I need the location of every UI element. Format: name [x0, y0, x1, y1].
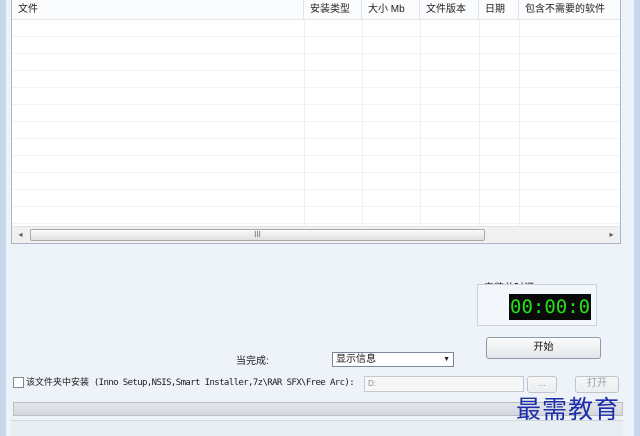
window-frame-right [634, 0, 640, 436]
list-row [12, 207, 620, 224]
column-header-file-version[interactable]: 文件版本 [420, 0, 479, 20]
list-row [12, 122, 620, 139]
list-row [12, 173, 620, 190]
list-row [12, 190, 620, 207]
column-header-file[interactable]: 文件 [12, 0, 304, 20]
timer-display: 00:00:00 [509, 294, 591, 320]
list-header: 文件 安装类型 大小 Mb 文件版本 日期 包含不需要的软件 [12, 0, 620, 20]
chevron-down-icon: ▼ [443, 356, 450, 363]
column-header-unwanted-software[interactable]: 包含不需要的软件 [519, 0, 622, 20]
column-divider [519, 20, 520, 226]
install-folder-label-cjk: 该文件夹中安装 [26, 378, 90, 388]
scroll-right-icon[interactable]: ▸ [603, 227, 620, 243]
start-button[interactable]: 开始 [486, 337, 601, 359]
column-header-date[interactable]: 日期 [479, 0, 519, 20]
list-row [12, 105, 620, 122]
install-path-input[interactable]: D: [364, 376, 524, 392]
scrollbar-thumb[interactable]: III [30, 229, 485, 241]
column-divider [479, 20, 480, 226]
on-completion-label: 当完成: [236, 356, 269, 367]
file-list-view[interactable]: 文件 安装类型 大小 Mb 文件版本 日期 包含不需要的软件 ◂ III ▸ [11, 0, 621, 244]
horizontal-scrollbar[interactable]: ◂ III ▸ [12, 226, 620, 243]
column-divider [362, 20, 363, 226]
list-row [12, 156, 620, 173]
install-folder-checkbox[interactable] [13, 377, 24, 388]
column-header-size[interactable]: 大小 Mb [362, 0, 420, 20]
window-frame-left [0, 0, 6, 436]
list-row [12, 37, 620, 54]
list-row [12, 71, 620, 88]
column-divider [420, 20, 421, 226]
list-body [12, 20, 620, 226]
list-row [12, 88, 620, 105]
completion-action-select[interactable]: 显示信息 ▼ [332, 352, 454, 367]
install-folder-label: 该文件夹中安装 (Inno Setup,NSIS,Smart Installer… [26, 377, 355, 389]
watermark-text: 最需教育 [516, 395, 621, 424]
install-folder-label-formats: (Inno Setup,NSIS,Smart Installer,7z\RAR … [89, 378, 355, 388]
column-divider [304, 20, 305, 226]
list-row [12, 54, 620, 71]
list-row [12, 20, 620, 37]
column-header-install-type[interactable]: 安装类型 [304, 0, 362, 20]
list-row [12, 139, 620, 156]
completion-action-value: 显示信息 [336, 354, 376, 365]
scroll-left-icon[interactable]: ◂ [12, 227, 29, 243]
